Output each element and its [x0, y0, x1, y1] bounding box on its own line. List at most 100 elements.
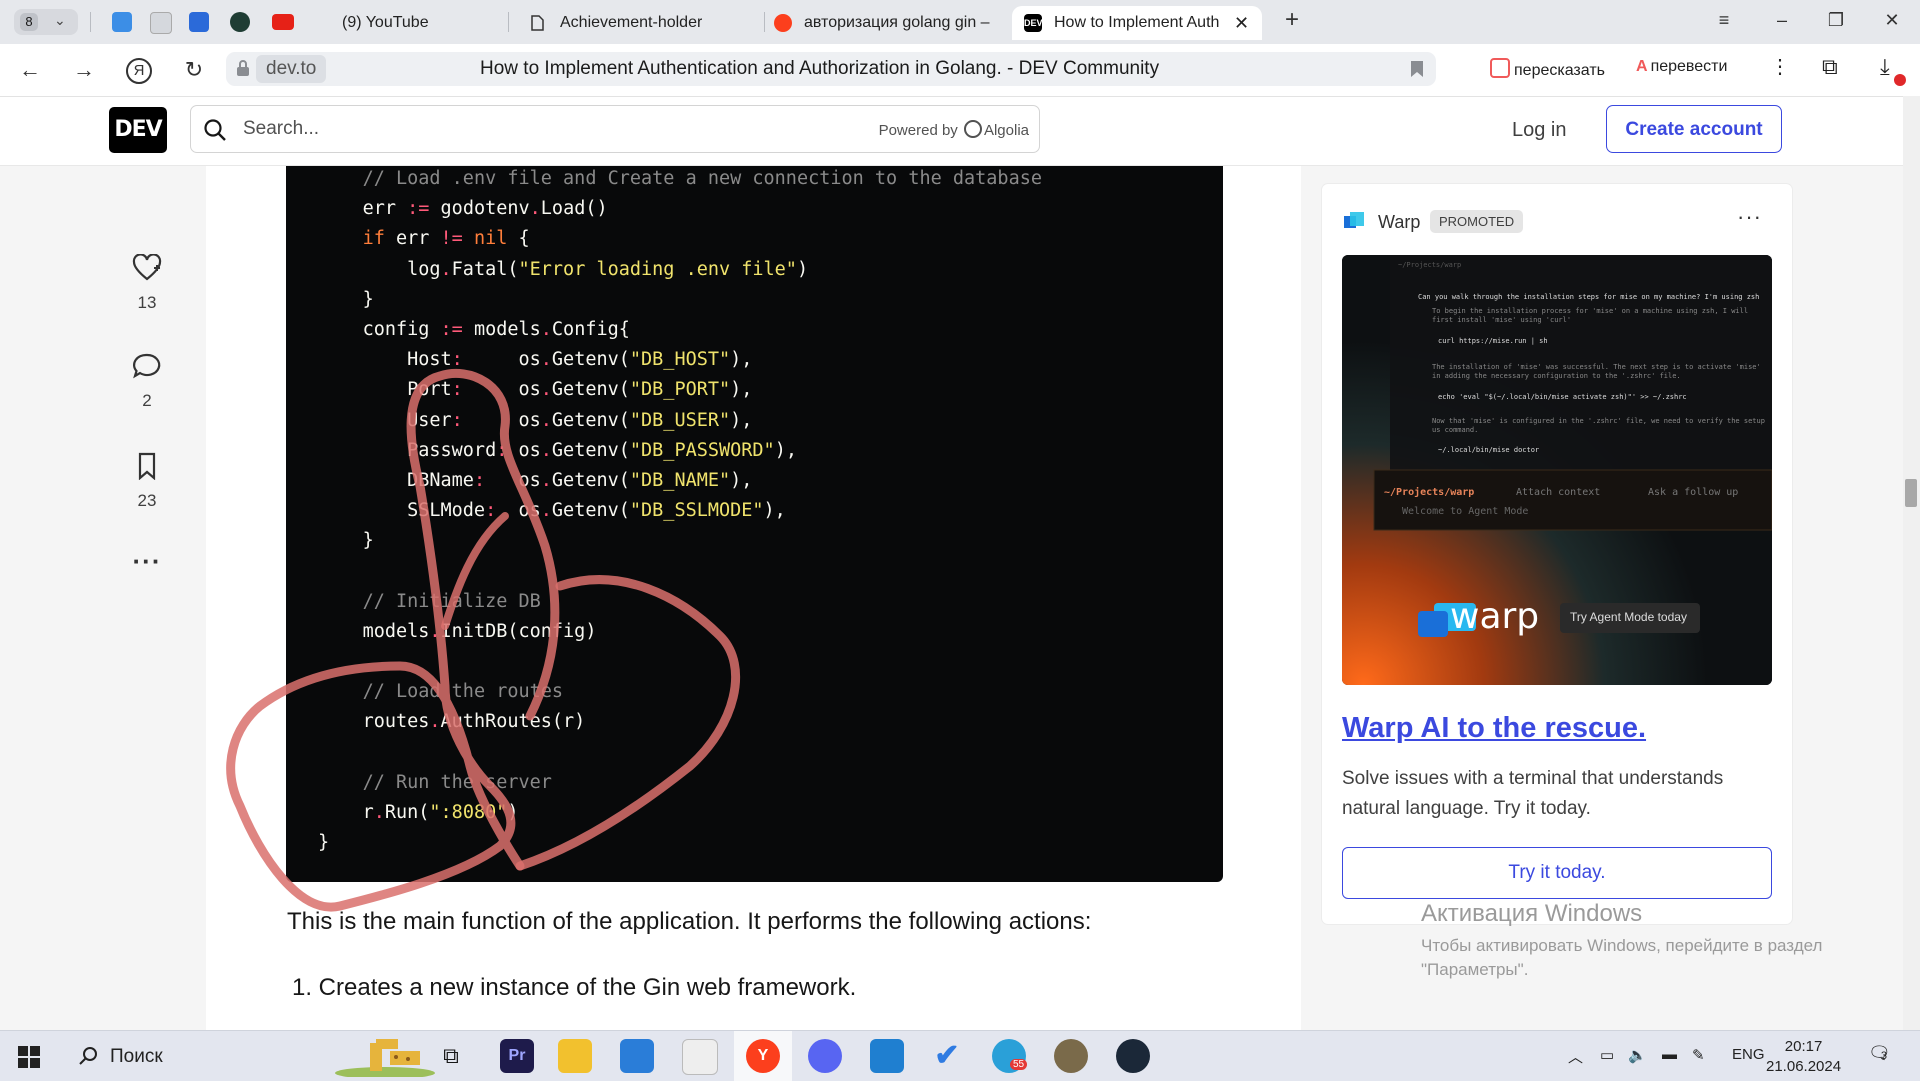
close-tab-icon[interactable]: ✕	[1234, 6, 1249, 40]
code-token: "DB_SSLMODE"	[629, 500, 764, 522]
algolia-credit[interactable]: Powered by Algolia	[879, 120, 1029, 139]
battery-icon[interactable]: ▬	[1662, 1046, 1677, 1063]
ad-image-cmd2: echo 'eval "$(~/.local/bin/mise activate…	[1438, 393, 1687, 401]
save-button[interactable]: 23	[120, 452, 174, 511]
taskbar-clock[interactable]: 20:17 21.06.2024	[1766, 1037, 1841, 1077]
close-window-icon[interactable]: ✕	[1880, 10, 1904, 31]
code-token: InitDB(config)	[440, 620, 597, 642]
sponsored-ad-card: Warp PROMOTED ··· ~/Projects/warp Can yo…	[1322, 184, 1792, 924]
ad-title-link[interactable]: Warp AI to the rescue.	[1342, 712, 1646, 745]
code-token: .	[540, 379, 552, 401]
ad-image[interactable]: ~/Projects/warp Can you walk through the…	[1342, 255, 1772, 685]
code-token: // Load the routes	[362, 681, 564, 703]
code-line: }	[318, 526, 1042, 556]
page-scrollbar[interactable]	[1903, 96, 1920, 1030]
minimize-icon[interactable]: –	[1770, 10, 1794, 31]
mail-icon[interactable]	[620, 1039, 654, 1073]
dev-logo[interactable]: DEV	[109, 107, 167, 153]
search-box[interactable]: Powered by Algolia	[190, 105, 1040, 153]
tab-achievement[interactable]: Achievement-holder	[516, 6, 756, 40]
code-token: // Run the server	[362, 771, 552, 793]
notifications-icon[interactable]: 🗨3	[1868, 1043, 1891, 1064]
game-app-icon[interactable]	[1054, 1039, 1088, 1073]
file-explorer-icon[interactable]	[558, 1039, 592, 1073]
search-input[interactable]	[241, 114, 765, 144]
telegram-icon[interactable]: 55	[992, 1039, 1028, 1073]
tab-active-devto[interactable]: DEV How to Implement Auth ✕	[1012, 6, 1262, 40]
create-account-button[interactable]: Create account	[1606, 105, 1782, 153]
code-token: "DB_USER"	[629, 409, 731, 431]
reload-icon[interactable]: ↻	[180, 56, 208, 84]
ad-image-wordmark: warp	[1450, 596, 1540, 637]
bookmark-icon	[138, 452, 156, 481]
store-icon[interactable]	[682, 1039, 718, 1075]
new-tab-icon[interactable]: +	[1280, 6, 1304, 34]
code-token: Getenv(	[551, 469, 630, 491]
chevron-up-icon[interactable]: ︿	[1568, 1046, 1583, 1067]
retell-button[interactable]: пересказать	[1490, 58, 1605, 80]
code-token: os	[485, 469, 541, 491]
volume-icon[interactable]: 🔈	[1628, 1046, 1647, 1064]
taskbar-search[interactable]: Поиск	[72, 1035, 442, 1077]
code-line: }	[318, 285, 1042, 315]
code-token: ),	[763, 500, 786, 522]
yandex-home-icon[interactable]: Я	[126, 58, 152, 84]
more-options-icon[interactable]: ···	[120, 546, 174, 577]
login-link[interactable]: Log in	[1512, 119, 1567, 142]
todo-check-icon[interactable]: ✔	[930, 1039, 964, 1073]
more-options-icon[interactable]: ···	[1737, 204, 1762, 230]
code-line: SSLMode: os.Getenv("DB_SSLMODE"),	[318, 496, 1042, 526]
document-icon	[531, 15, 544, 31]
tab-yandex-search[interactable]: авторизация golang gin –	[772, 6, 1008, 40]
tab-counter[interactable]: 8 ⌄	[14, 9, 78, 35]
menu-icon[interactable]: ≡	[1712, 10, 1736, 31]
task-view-icon[interactable]: ⧉	[434, 1039, 468, 1073]
code-line: DBName: os.Getenv("DB_NAME"),	[318, 466, 1042, 496]
ad-image-input-path: ~/Projects/warp	[1384, 487, 1475, 498]
windows-taskbar: Поиск ⧉ Pr Y ✔ 55 ︿ ▭ 🔈 ▬ ✎ ENG 20:17 21…	[0, 1030, 1920, 1081]
dev-header: DEV Powered by Algolia Log in Create acc…	[0, 97, 1920, 166]
yandex-browser-icon[interactable]: Y	[746, 1039, 780, 1073]
code-token: :	[496, 439, 508, 461]
scrollbar-thumb[interactable]	[1905, 479, 1917, 507]
code-token: Password	[407, 439, 497, 461]
bookmark-page-icon[interactable]	[1410, 60, 1424, 78]
pinned-tab-icon[interactable]	[230, 12, 250, 32]
code-token: !=	[440, 228, 463, 250]
like-button[interactable]: 13	[120, 253, 174, 313]
restore-icon[interactable]: ❐	[1824, 10, 1848, 31]
tab-youtube[interactable]: (9) YouTube	[300, 6, 500, 40]
discord-icon[interactable]	[808, 1039, 842, 1073]
heart-plus-icon	[132, 253, 162, 281]
url-field[interactable]: dev.to How to Implement Authentication a…	[226, 52, 1436, 86]
pinned-tab-icon[interactable]	[150, 12, 172, 34]
list-item: 1. Creates a new instance of the Gin web…	[292, 974, 857, 1001]
steam-icon[interactable]	[1116, 1039, 1150, 1073]
ad-cta-button[interactable]: Try it today.	[1342, 847, 1772, 899]
code-token: Fatal(	[451, 258, 519, 280]
language-indicator[interactable]: ENG	[1732, 1046, 1765, 1063]
extensions-icon[interactable]: ⧉	[1822, 54, 1838, 80]
code-token: .	[540, 318, 552, 340]
ad-brand[interactable]: Warp	[1378, 212, 1420, 233]
pinned-tab-icon[interactable]	[189, 12, 209, 32]
pinned-tab-icon[interactable]	[112, 12, 132, 32]
code-line: // Initialize DB	[318, 587, 1042, 617]
pen-icon[interactable]: ✎	[1692, 1046, 1705, 1064]
windows-start-icon[interactable]	[18, 1046, 40, 1068]
back-icon[interactable]: ←	[16, 56, 44, 84]
display-icon[interactable]: ▭	[1600, 1046, 1614, 1064]
download-icon[interactable]: ⤓	[1880, 54, 1890, 80]
forward-icon[interactable]: →	[70, 56, 98, 84]
divider	[508, 12, 509, 32]
chevron-down-icon[interactable]: ⌄	[54, 12, 66, 29]
notification-count: 3	[1880, 1050, 1887, 1062]
code-line: if err != nil {	[318, 224, 1042, 254]
comment-button[interactable]: 2	[120, 352, 174, 411]
more-vertical-icon[interactable]: ⋮	[1770, 54, 1790, 79]
code-line: User: os.Getenv("DB_USER"),	[318, 406, 1042, 436]
premiere-pro-icon[interactable]: Pr	[500, 1039, 534, 1073]
promoted-badge: PROMOTED	[1430, 210, 1524, 233]
translate-button[interactable]: Aперевести	[1636, 58, 1727, 76]
vscode-icon[interactable]	[870, 1039, 904, 1073]
